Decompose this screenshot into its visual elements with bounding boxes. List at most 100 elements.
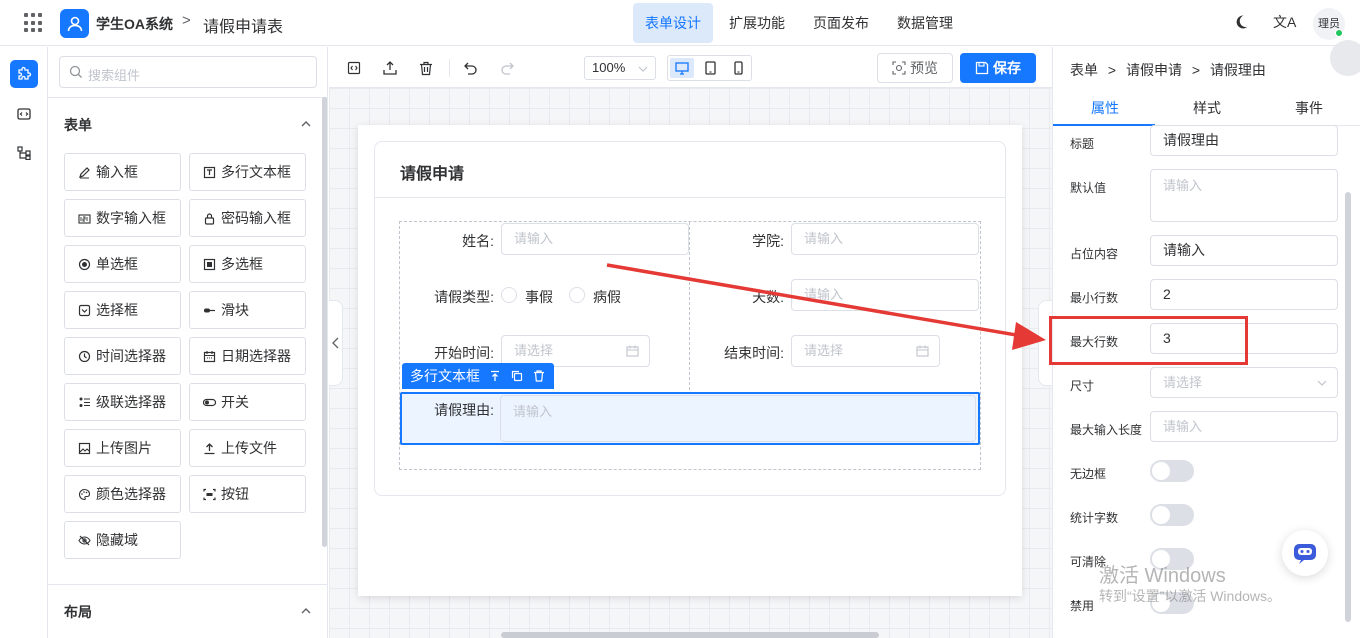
comp-hidden-field-button[interactable]: 隐藏域 [64,521,181,559]
preview-icon [892,61,906,75]
zoom-select[interactable]: 100% [584,56,656,80]
word-count-toggle[interactable] [1150,504,1194,526]
nav-data-management[interactable]: 数据管理 [885,3,965,43]
textarea-icon [202,165,216,179]
nav-form-design[interactable]: 表单设计 [633,3,713,43]
comp-input-button[interactable]: 输入框 [64,153,181,191]
section-layout-title[interactable]: 布局 [64,602,92,622]
comp-password-button[interactable]: 密码输入框 [189,199,306,237]
chevron-up-icon[interactable] [300,605,312,617]
radio-sick[interactable] [569,287,585,303]
end-time-picker[interactable]: 请选择 [791,335,940,367]
fullscreen-icon[interactable] [1330,40,1360,76]
borderless-toggle[interactable] [1150,460,1194,482]
college-label: 学院: [752,233,784,249]
copy-icon[interactable] [508,367,526,385]
comp-number-input-button[interactable]: 数字输入框 [64,199,181,237]
tab-properties[interactable]: 属性 [1091,98,1119,118]
comp-checkbox-button[interactable]: 多选框 [189,245,306,283]
comp-label: 多行文本框 [221,164,291,180]
chevron-up-icon[interactable] [300,118,312,130]
college-input[interactable]: 请输入 [791,223,979,255]
nav-publish[interactable]: 页面发布 [801,3,881,43]
start-time-placeholder: 请选择 [514,343,554,358]
comp-label: 数字输入框 [96,210,166,226]
delete-icon[interactable] [417,59,435,77]
name-input[interactable]: 请输入 [501,223,689,255]
preview-button[interactable]: 预览 [877,53,953,83]
apps-grid-icon[interactable] [24,13,44,33]
comp-upload-file-button[interactable]: 上传文件 [189,429,306,467]
leave-type-label: 请假类型: [434,289,494,305]
prop-maxlength-input[interactable]: 请输入 [1150,411,1338,442]
comp-color-picker-button[interactable]: 颜色选择器 [64,475,181,513]
cascader-icon [77,395,91,409]
comp-textarea-button[interactable]: 多行文本框 [189,153,306,191]
search-placeholder: 搜索组件 [88,68,141,83]
comp-time-picker-button[interactable]: 时间选择器 [64,337,181,375]
export-icon[interactable] [381,59,399,77]
breadcrumb-item[interactable]: 表单 [1070,62,1098,78]
tablet-view-button[interactable] [698,58,722,78]
tablet-icon [704,61,716,75]
comp-select-button[interactable]: 选择框 [64,291,181,329]
prop-title-input[interactable]: 请假理由 [1150,125,1338,156]
radio-personal[interactable] [501,287,517,303]
selected-component-tag[interactable]: 多行文本框 [402,363,554,389]
rail-tree-button[interactable] [10,139,38,167]
panel-scrollbar[interactable] [322,97,327,547]
puzzle-icon [18,66,32,80]
code-view-icon[interactable] [345,59,363,77]
comp-cascader-button[interactable]: 级联选择器 [64,383,181,421]
upload-icon [202,441,216,455]
comp-label: 级联选择器 [96,394,166,410]
canvas-horizontal-scrollbar[interactable] [501,632,879,638]
comp-date-picker-button[interactable]: 日期选择器 [189,337,306,375]
section-form-title[interactable]: 表单 [64,115,92,135]
collapse-left-button[interactable] [329,300,343,386]
comp-switch-button[interactable]: 开关 [189,383,306,421]
desktop-view-button[interactable] [670,58,694,78]
language-icon[interactable]: 文A [1273,12,1296,32]
mobile-view-button[interactable] [726,58,750,78]
radio-icon [77,257,91,271]
move-up-icon[interactable] [486,367,504,385]
search-icon [69,65,82,78]
undo-icon[interactable] [462,59,480,77]
radio-personal-label[interactable]: 事假 [525,287,553,307]
days-input[interactable]: 请输入 [791,279,979,311]
component-panel: 搜索组件 表单 输入框 多行文本框 数字输入框 密码输入框 单选框 多选框 选择… [48,47,328,638]
save-label: 保存 [993,60,1021,76]
prop-min-rows-input[interactable]: 2 [1150,279,1338,310]
save-button[interactable]: 保存 [960,53,1036,83]
breadcrumb-item[interactable]: 请假申请 [1126,62,1182,78]
comp-label: 隐藏域 [96,532,138,548]
redo-icon[interactable] [498,59,516,77]
dark-mode-icon[interactable] [1233,14,1249,30]
comp-radio-button[interactable]: 单选框 [64,245,181,283]
breadcrumb-item[interactable]: 请假理由 [1210,62,1266,78]
prop-placeholder-input[interactable]: 请输入 [1150,235,1338,266]
panel-scrollbar[interactable] [1345,192,1351,622]
tab-styles[interactable]: 样式 [1193,98,1221,118]
delete-icon[interactable] [530,367,548,385]
breadcrumb-separator: > [1191,62,1201,78]
chatbot-button[interactable] [1282,530,1328,576]
divider [48,584,328,585]
comp-button-button[interactable]: 按钮 [189,475,306,513]
prop-default-textarea[interactable]: 请输入 [1150,169,1338,222]
radio-sick-label[interactable]: 病假 [593,287,621,307]
reason-textarea[interactable]: 请输入 [500,395,976,442]
divider [375,197,1005,198]
comp-slider-button[interactable]: 滑块 [189,291,306,329]
tab-events[interactable]: 事件 [1295,98,1323,118]
comp-upload-image-button[interactable]: 上传图片 [64,429,181,467]
lock-icon [202,211,216,225]
nav-extensions[interactable]: 扩展功能 [717,3,797,43]
tree-icon [17,146,31,160]
prop-placeholder-label: 占位内容 [1070,247,1119,261]
component-search-input[interactable]: 搜索组件 [59,56,317,88]
rail-code-button[interactable] [10,100,38,128]
rail-components-button[interactable] [10,60,38,88]
prop-size-select[interactable]: 请选择 [1150,367,1338,398]
